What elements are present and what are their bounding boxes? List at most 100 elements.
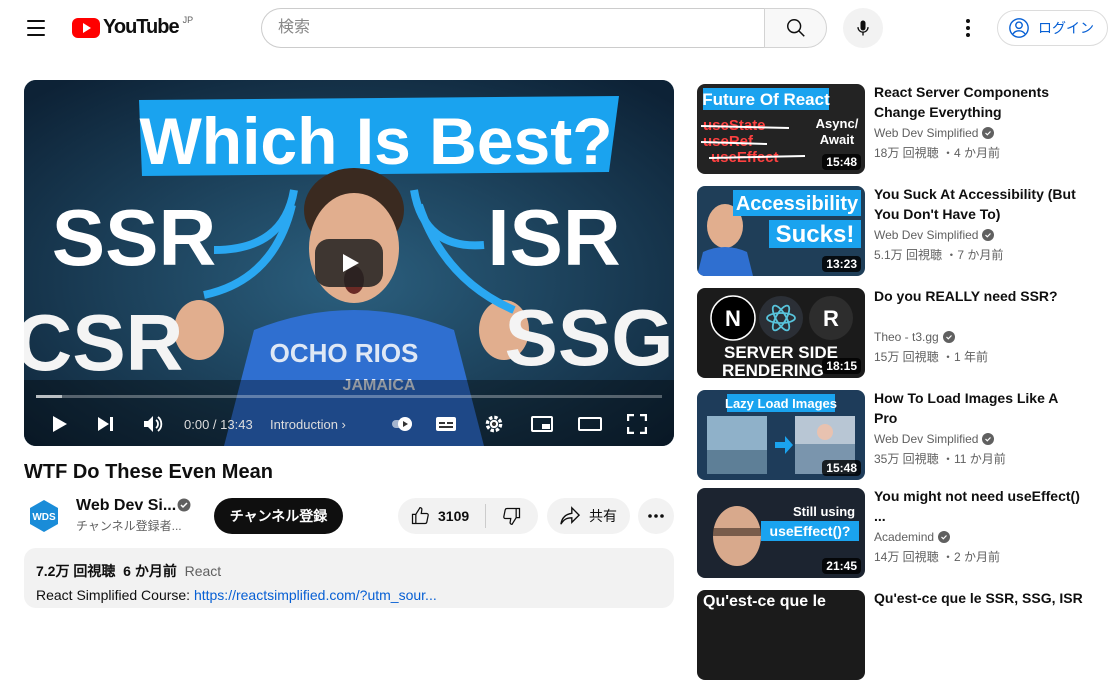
fullscreen-button[interactable] — [623, 410, 651, 438]
volume-icon — [144, 416, 163, 432]
next-button[interactable] — [92, 410, 120, 438]
search-input[interactable] — [261, 8, 764, 48]
related-video-item[interactable]: N R SERVER SIDE RENDERING 18:15 Do you R… — [697, 288, 1097, 378]
svg-text:Sucks!: Sucks! — [776, 221, 855, 248]
thumbnail-label-ssr: SSR — [52, 193, 217, 282]
youtube-logo[interactable]: YouTube JP — [72, 14, 194, 39]
description-box[interactable]: 7.2万 回視聴 6 か月前 React React Simplified Co… — [24, 548, 674, 608]
related-title[interactable]: Qu'est-ce que le SSR, SSG, ISR — [874, 588, 1084, 608]
related-title[interactable]: How To Load Images Like A Pro — [874, 388, 1084, 428]
related-thumbnail[interactable]: Lazy Load Images 15:48 — [697, 390, 865, 480]
search-icon — [786, 19, 805, 37]
video-title: WTF Do These Even Mean — [24, 461, 273, 483]
thumbnail-label-csr: CSR — [24, 298, 183, 387]
svg-text:RENDERING: RENDERING — [722, 361, 824, 378]
related-title[interactable]: Do you REALLY need SSR? — [874, 286, 1084, 306]
duration-badge: 21:45 — [822, 558, 861, 574]
description-link[interactable]: https://reactsimplified.com/?utm_sour... — [194, 587, 437, 603]
more-horizontal-icon — [648, 514, 664, 518]
settings-menu-button[interactable] — [952, 12, 984, 44]
related-meta: 35万 回視聴 ・11 か月前 — [874, 452, 1006, 466]
theater-icon — [578, 417, 602, 431]
channel-name[interactable]: Web Dev Si... — [76, 497, 176, 515]
skip-next-icon — [98, 417, 113, 431]
related-video-item[interactable]: Qu'est-ce que le Qu'est-ce que le SSR, S… — [697, 590, 1097, 680]
related-thumbnail[interactable]: Accessibility Sucks! 13:23 — [697, 186, 865, 276]
related-channel[interactable]: Academind — [874, 530, 951, 544]
chapter-segment — [36, 395, 62, 398]
svg-text:Qu'est-ce que le: Qu'est-ce que le — [703, 593, 826, 610]
related-thumbnail[interactable]: Qu'est-ce que le — [697, 590, 865, 680]
login-button[interactable]: ログイン — [997, 10, 1108, 46]
search-box — [261, 8, 827, 48]
search-button[interactable] — [764, 8, 827, 48]
thumbs-down-icon — [503, 507, 521, 525]
settings-button[interactable] — [480, 410, 508, 438]
like-dislike-group: 3109 — [398, 498, 538, 534]
dislike-button[interactable] — [486, 498, 538, 534]
channel-avatar[interactable]: WDS — [24, 496, 64, 536]
more-actions-button[interactable] — [638, 498, 674, 534]
play-button[interactable] — [46, 410, 74, 438]
guide-menu-button[interactable] — [18, 10, 54, 46]
subtitles-button[interactable] — [432, 410, 460, 438]
country-code: JP — [182, 14, 194, 25]
description-tag[interactable]: React — [185, 563, 222, 579]
verified-badge-icon — [938, 531, 951, 543]
upload-age: 6 か月前 — [123, 563, 177, 579]
thumbnail-shirt-text: OCHO RIOS — [270, 338, 419, 368]
time-display: 0:00 / 13:43 — [184, 417, 253, 432]
related-title[interactable]: React Server Components Change Everythin… — [874, 82, 1084, 122]
related-meta: 5.1万 回視聴 ・7 か月前 — [874, 248, 1004, 262]
related-channel[interactable]: Web Dev Simplified — [874, 126, 995, 140]
logo-wordmark: YouTube — [103, 16, 180, 38]
share-button[interactable]: 共有 — [547, 498, 630, 534]
related-video-item[interactable]: Still using useEffect()? 21:45 You might… — [697, 488, 1097, 578]
related-channel[interactable]: Web Dev Simplified — [874, 432, 995, 446]
owner-row: WDS Web Dev Si... チャンネル登録者... チャンネル登録 31… — [24, 496, 674, 536]
large-play-button[interactable] — [315, 239, 383, 287]
gear-icon — [485, 415, 503, 433]
wds-logo-icon: WDS — [30, 500, 58, 532]
autoplay-toggle[interactable] — [388, 410, 416, 438]
like-button[interactable]: 3109 — [398, 498, 485, 534]
autoplay-icon — [392, 417, 412, 431]
related-video-item[interactable]: Future Of React useState useRef useEffec… — [697, 84, 1097, 174]
chapter-label: Introduction — [270, 417, 338, 432]
svg-text:Accessibility: Accessibility — [736, 193, 859, 215]
related-meta: 15万 回視聴 ・1 年前 — [874, 350, 989, 364]
voice-search-button[interactable] — [843, 8, 883, 48]
subscribe-button[interactable]: チャンネル登録 — [214, 498, 343, 534]
svg-text:SERVER SIDE: SERVER SIDE — [724, 343, 838, 362]
login-label: ログイン — [1038, 20, 1094, 36]
hamburger-icon — [27, 20, 45, 22]
related-video-item[interactable]: Accessibility Sucks! 13:23 You Suck At A… — [697, 186, 1097, 276]
video-player[interactable]: Which Is Best? OCHO RIOS JAMAICA SSR ISR… — [24, 80, 674, 446]
svg-text:N: N — [725, 306, 741, 331]
youtube-play-icon — [72, 17, 100, 38]
chapter-title[interactable]: Introduction › — [270, 417, 346, 432]
related-title[interactable]: You might not need useEffect() ... — [874, 486, 1084, 526]
svg-text:Still using: Still using — [793, 504, 855, 519]
related-thumbnail[interactable]: Future Of React useState useRef useEffec… — [697, 84, 865, 174]
mute-button[interactable] — [139, 410, 167, 438]
miniplayer-button[interactable] — [528, 410, 556, 438]
svg-text:WDS: WDS — [32, 512, 56, 523]
microphone-icon — [857, 20, 869, 36]
related-meta: 18万 回視聴 ・4 か月前 — [874, 146, 1001, 160]
svg-text:useEffect()?: useEffect()? — [770, 523, 851, 539]
related-thumbnail[interactable]: N R SERVER SIDE RENDERING 18:15 — [697, 288, 865, 378]
related-channel[interactable]: Web Dev Simplified — [874, 228, 995, 242]
theater-mode-button[interactable] — [576, 410, 604, 438]
progress-bar[interactable] — [36, 395, 662, 398]
verified-badge-icon — [942, 331, 955, 343]
svg-text:Lazy Load Images: Lazy Load Images — [725, 396, 837, 411]
thumbnail-title-text: Which Is Best? — [139, 104, 612, 178]
related-meta: 14万 回視聴 ・2 か月前 — [874, 550, 1001, 564]
related-thumbnail[interactable]: Still using useEffect()? 21:45 — [697, 488, 865, 578]
like-count: 3109 — [438, 508, 470, 524]
description-text: React Simplified Course: https://reactsi… — [36, 587, 662, 603]
related-video-item[interactable]: Lazy Load Images 15:48 How To Load Image… — [697, 390, 1097, 480]
related-channel[interactable]: Theo - t3.gg — [874, 330, 955, 344]
related-title[interactable]: You Suck At Accessibility (But You Don't… — [874, 184, 1084, 224]
